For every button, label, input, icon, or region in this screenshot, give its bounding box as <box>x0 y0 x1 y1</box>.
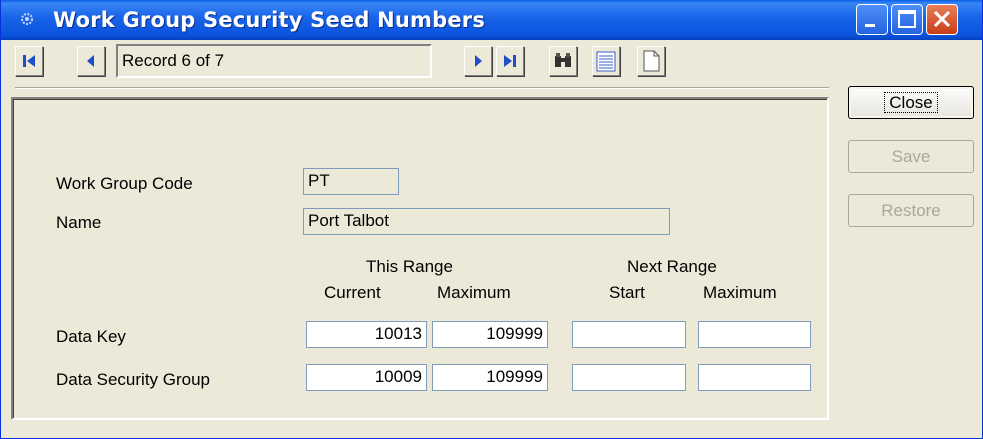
maximize-icon <box>898 10 916 28</box>
next-range-header: Next Range <box>627 257 717 276</box>
data-key-current-field[interactable]: 10013 <box>306 321 427 348</box>
restore-button[interactable]: Restore <box>848 194 974 227</box>
new-document-icon <box>643 50 660 72</box>
new-record-button[interactable] <box>637 46 665 76</box>
list-view-button[interactable] <box>592 46 620 76</box>
work-group-code-field[interactable]: PT <box>303 168 399 195</box>
close-button[interactable]: Close <box>848 86 974 119</box>
save-button[interactable]: Save <box>848 140 974 173</box>
minimize-icon <box>865 24 875 27</box>
app-window: Work Group Security Seed Numbers Record … <box>0 0 983 439</box>
this-range-header: This Range <box>366 257 453 276</box>
name-label: Name <box>56 213 102 232</box>
maximize-button[interactable] <box>891 4 923 35</box>
current-column-header: Current <box>324 283 381 302</box>
toolbar-separator <box>15 87 829 89</box>
first-record-icon <box>23 55 35 67</box>
last-record-button[interactable] <box>496 46 524 76</box>
next-maximum-column-header: Maximum <box>703 283 777 302</box>
data-security-group-label: Data Security Group <box>56 370 211 389</box>
close-window-button[interactable] <box>926 4 958 35</box>
maximum-column-header: Maximum <box>437 283 511 302</box>
data-key-next-maximum-field[interactable] <box>698 321 811 348</box>
find-button[interactable] <box>549 46 577 76</box>
title-bar[interactable]: Work Group Security Seed Numbers <box>1 0 982 40</box>
window-title: Work Group Security Seed Numbers <box>53 8 486 32</box>
data-key-label: Data Key <box>56 327 126 346</box>
data-key-maximum-field[interactable]: 109999 <box>432 321 548 348</box>
start-column-header: Start <box>609 283 645 302</box>
data-security-group-next-maximum-field[interactable] <box>698 364 811 391</box>
list-icon <box>596 51 616 72</box>
work-group-code-label: Work Group Code <box>56 174 193 193</box>
prev-record-icon <box>87 55 94 67</box>
last-record-icon <box>504 55 516 67</box>
first-record-button[interactable] <box>15 46 43 76</box>
close-icon <box>933 10 951 28</box>
name-field[interactable]: Port Talbot <box>303 208 670 235</box>
minimize-button[interactable] <box>856 4 888 35</box>
data-security-group-current-field[interactable]: 10009 <box>306 364 427 391</box>
gear-icon <box>21 13 33 25</box>
data-security-group-maximum-field[interactable]: 109999 <box>432 364 548 391</box>
data-security-group-start-field[interactable] <box>572 364 686 391</box>
prev-record-button[interactable] <box>77 46 105 76</box>
record-indicator: Record 6 of 7 <box>116 44 432 78</box>
binoculars-icon <box>555 53 571 67</box>
next-record-button[interactable] <box>464 46 492 76</box>
next-record-icon <box>475 55 482 67</box>
data-key-start-field[interactable] <box>572 321 686 348</box>
